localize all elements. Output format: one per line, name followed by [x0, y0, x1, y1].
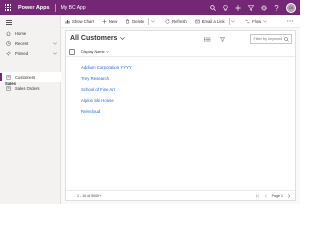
- hamburger-menu-icon[interactable]: [6, 20, 12, 26]
- sidebar-item-recent[interactable]: Recent: [0, 38, 61, 48]
- command-bar: Show Chart New Delete Refresh Email a Li…: [61, 15, 300, 28]
- lightbulb-icon[interactable]: [223, 4, 228, 11]
- help-icon[interactable]: [274, 4, 279, 11]
- delete-menu-button[interactable]: [147, 15, 161, 28]
- page-label: Page 1: [271, 193, 283, 198]
- search-icon[interactable]: [284, 36, 289, 42]
- view-title: All Customers: [70, 35, 118, 42]
- delete-label: Delete: [132, 18, 145, 24]
- gear-icon[interactable]: [261, 4, 267, 11]
- sidebar-item-label: Customers: [15, 74, 36, 80]
- new-button[interactable]: New: [98, 15, 121, 28]
- customer-link[interactable]: Relecloud: [81, 109, 100, 114]
- pin-icon: [6, 50, 11, 56]
- flow-label: Flow: [252, 18, 262, 24]
- sidebar-item-label: Pinned: [15, 50, 29, 56]
- chart-icon: [65, 19, 70, 23]
- search-input[interactable]: Filter by keyword: [250, 34, 292, 44]
- table-row[interactable]: Relecloud: [66, 106, 295, 117]
- show-chart-button[interactable]: Show Chart: [61, 15, 98, 28]
- mail-icon: [195, 19, 200, 23]
- filter-icon[interactable]: [248, 4, 254, 11]
- filter-icon[interactable]: [220, 37, 225, 42]
- clock-icon: [6, 40, 11, 46]
- next-page-icon[interactable]: [287, 193, 291, 198]
- sidebar-item-sales-orders[interactable]: Sales Orders: [0, 83, 61, 93]
- grid-header: Display Name: [66, 48, 295, 57]
- chevron-down-icon: [231, 19, 236, 23]
- user-avatar[interactable]: CK: [286, 2, 296, 13]
- list-icon: [6, 85, 11, 91]
- flow-button[interactable]: Flow: [241, 15, 273, 28]
- record-count: 1 - 10 of 5000+: [77, 193, 102, 198]
- view-selector[interactable]: All Customers: [70, 35, 126, 42]
- sidebar-item-label: Recent: [15, 40, 29, 46]
- trash-icon: [126, 18, 130, 24]
- header-divider: [54, 3, 56, 12]
- search-icon[interactable]: [210, 4, 216, 11]
- refresh-icon: [165, 18, 170, 23]
- delete-button[interactable]: Delete: [121, 15, 148, 28]
- grid-rows: Addium Corporation YYYY Trey Research Sc…: [66, 62, 295, 117]
- plus-icon[interactable]: [235, 4, 241, 11]
- edit-columns-icon[interactable]: [204, 37, 211, 42]
- table-row[interactable]: Alpine Ski House: [66, 95, 295, 106]
- plus-icon: [102, 19, 107, 23]
- previous-page-icon[interactable]: [264, 193, 268, 198]
- sidebar-item-label: Sales Orders: [15, 85, 40, 91]
- sidebar-item-pinned[interactable]: Pinned: [0, 48, 61, 58]
- view-panel: All Customers Filter by keyword Display …: [65, 30, 296, 201]
- customer-link[interactable]: Addium Corporation YYYY: [81, 65, 132, 70]
- chevron-down-icon[interactable]: [53, 51, 57, 55]
- customer-link[interactable]: Trey Research: [81, 76, 109, 81]
- chevron-down-icon: [120, 37, 126, 40]
- chevron-down-icon: [151, 19, 156, 23]
- app-launcher-button[interactable]: [0, 0, 16, 15]
- pager: Page 1: [255, 193, 291, 198]
- grid-footer: 1 - 10 of 5000+ Page 1: [66, 190, 295, 200]
- chevron-down-icon: [263, 19, 268, 23]
- first-page-icon[interactable]: [255, 193, 260, 198]
- column-header-display-name[interactable]: Display Name: [81, 50, 109, 54]
- email-link-label: Email a Link: [201, 18, 225, 24]
- email-link-button[interactable]: Email a Link: [191, 15, 229, 28]
- select-all-checkbox[interactable]: [69, 49, 75, 55]
- sidebar-item-label: Home: [15, 30, 27, 36]
- flow-icon: [245, 19, 250, 23]
- refresh-label: Refresh: [172, 18, 187, 24]
- table-row[interactable]: Addium Corporation YYYY: [66, 62, 295, 73]
- app-header: Power Apps My BC App CK: [0, 0, 300, 15]
- email-link-menu-button[interactable]: [227, 15, 241, 28]
- column-header-label: Display Name: [81, 50, 105, 54]
- main-content: All Customers Filter by keyword Display …: [61, 28, 300, 204]
- table-row[interactable]: Trey Research: [66, 73, 295, 84]
- refresh-button[interactable]: Refresh: [161, 15, 191, 28]
- more-icon: [287, 20, 293, 22]
- app-title[interactable]: My BC App: [61, 5, 86, 11]
- chevron-down-icon: [105, 51, 109, 53]
- home-icon: [6, 30, 11, 36]
- site-map-sidebar: Home Recent Pinned Sales Customers Sales…: [0, 15, 61, 204]
- customer-link[interactable]: School of Fine Art: [81, 87, 115, 92]
- table-row[interactable]: School of Fine Art: [66, 84, 295, 95]
- new-label: New: [108, 18, 118, 24]
- show-chart-label: Show Chart: [72, 18, 94, 24]
- customer-link[interactable]: Alpine Ski House: [81, 98, 114, 103]
- sidebar-item-home[interactable]: Home: [0, 28, 61, 38]
- search-placeholder: Filter by keyword: [253, 37, 283, 41]
- list-icon: [6, 74, 11, 80]
- sidebar-item-customers[interactable]: Customers: [0, 72, 61, 82]
- waffle-icon: [4, 4, 12, 11]
- app-name[interactable]: Power Apps: [16, 5, 50, 11]
- more-commands-button[interactable]: [283, 15, 300, 28]
- chevron-down-icon[interactable]: [53, 41, 57, 45]
